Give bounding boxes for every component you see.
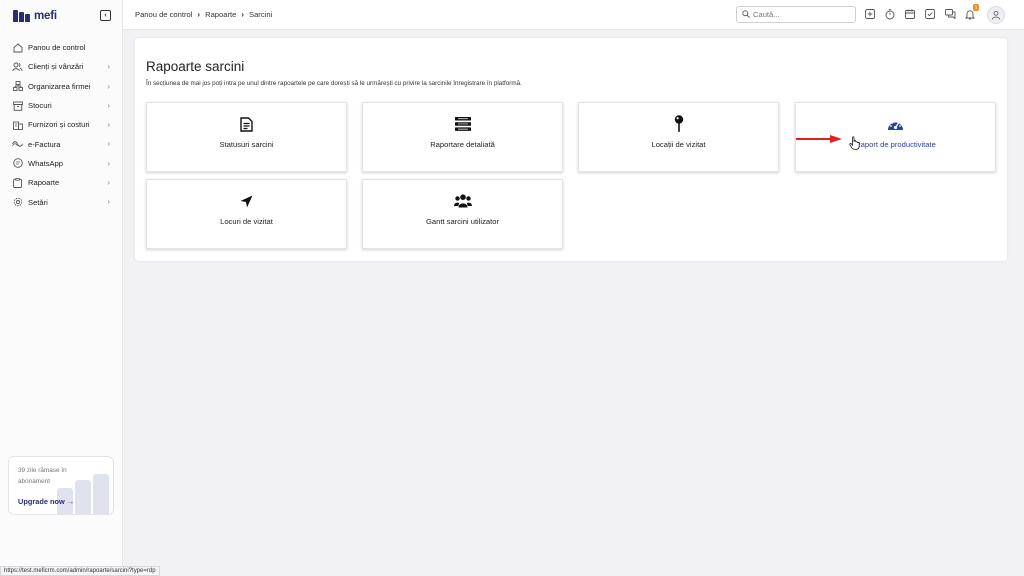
chevron-right-icon: › <box>241 10 245 19</box>
collapse-sidebar-icon[interactable]: ‹ <box>100 10 111 21</box>
brand[interactable]: mefi <box>13 9 57 23</box>
search-box[interactable] <box>736 6 856 23</box>
upgrade-now-link[interactable]: Upgrade now → <box>18 497 74 506</box>
tile-label: Raportare detaliată <box>430 140 495 149</box>
tile-label: Gantt sarcini utilizator <box>425 217 499 226</box>
messages-icon[interactable] <box>944 8 956 20</box>
sidebar-item-stocuri[interactable]: Stocuri › <box>0 96 123 115</box>
location-arrow-icon <box>240 193 253 209</box>
chevron-right-icon: › <box>107 139 110 149</box>
user-icon <box>991 10 1001 20</box>
efactura-icon <box>12 139 23 150</box>
gear-icon <box>12 197 23 208</box>
timer-icon[interactable] <box>884 8 896 20</box>
reports-card: Rapoarte sarcini În secțiunea de mai jos… <box>135 38 1007 261</box>
avatar[interactable] <box>987 6 1005 24</box>
tile-raportare-detaliata[interactable]: Raportare detaliată <box>362 102 563 172</box>
chevron-right-icon: › <box>107 158 110 168</box>
tile-gantt-sarcini-utilizator[interactable]: Gantt sarcini utilizator <box>362 179 563 249</box>
breadcrumb: Panou de control › Rapoarte › Sarcini <box>135 10 272 19</box>
brand-logo-icon <box>13 10 30 22</box>
sidebar-item-label: Clienți și vânzări <box>28 62 84 72</box>
trial-card: 39 zile rămase în abonament Upgrade now … <box>8 456 114 515</box>
tile-statusuri-sarcini[interactable]: Statusuri sarcini <box>146 102 347 172</box>
sidebar-item-label: WhatsApp <box>28 158 64 168</box>
sidebar-item-rapoarte[interactable]: Rapoarte › <box>0 173 123 192</box>
breadcrumb-item-rapoarte[interactable]: Rapoarte <box>205 10 236 19</box>
sidebar-item-furnizori[interactable]: Furnizori și costuri › <box>0 115 123 134</box>
list-icon <box>454 116 471 132</box>
document-icon <box>240 116 253 132</box>
sidebar-item-efactura[interactable]: e-Factura › <box>0 134 123 153</box>
breadcrumb-item-sarcini: Sarcini <box>249 10 273 19</box>
upgrade-now-label: Upgrade now <box>18 497 65 506</box>
red-arrow-icon <box>796 135 842 143</box>
toolbar-icons: 1 <box>864 4 979 20</box>
chevron-right-icon: › <box>107 197 110 207</box>
tile-label: Statusuri sarcini <box>219 140 274 149</box>
chevron-right-icon: › <box>107 81 110 91</box>
bell-icon[interactable]: 1 <box>964 4 979 20</box>
chevron-right-icon: › <box>197 10 201 19</box>
tile-label: Locuri de vizitat <box>220 217 273 226</box>
sidebar-item-setari[interactable]: Setări › <box>0 192 123 211</box>
task-check-icon[interactable] <box>924 8 936 20</box>
arrow-right-icon: → <box>66 497 75 506</box>
sidebar-item-label: Furnizori și costuri <box>28 120 90 130</box>
status-bar-url: https://test.meficrm.com/admin/rapoarte/… <box>0 566 160 576</box>
home-icon <box>12 42 23 53</box>
search-icon <box>742 9 750 20</box>
box-icon <box>12 100 23 111</box>
tile-locatii-de-vizitat[interactable]: Locații de vizitat <box>578 102 779 172</box>
brand-name: mefi <box>34 10 57 22</box>
sidebar-item-label: Panou de control <box>28 43 86 53</box>
notification-badge: 1 <box>973 4 979 11</box>
tile-label: Locații de vizitat <box>651 140 706 149</box>
sidebar-item-label: Organizarea firmei <box>28 81 91 91</box>
chevron-right-icon: › <box>107 62 110 72</box>
building-icon <box>12 119 23 130</box>
add-icon[interactable] <box>864 8 876 20</box>
sidebar-item-whatsapp[interactable]: WhatsApp › <box>0 154 123 173</box>
sidebar-item-label: Stocuri <box>28 101 52 111</box>
sidebar: mefi ‹ Panou de control Clienți și vânză… <box>0 0 123 576</box>
users-icon <box>12 61 23 72</box>
breadcrumb-item-panou[interactable]: Panou de control <box>135 10 192 19</box>
chevron-right-icon: › <box>107 100 110 110</box>
sidebar-item-clienti[interactable]: Clienți și vânzări › <box>0 57 123 76</box>
speedometer-icon <box>887 116 904 132</box>
sidebar-item-label: Setări <box>28 197 48 207</box>
pin-icon <box>674 115 684 132</box>
calendar-icon[interactable] <box>904 8 916 20</box>
sidebar-item-panou-de-control[interactable]: Panou de control <box>0 38 123 57</box>
org-icon <box>12 81 23 92</box>
sidebar-item-label: Rapoarte <box>28 178 60 188</box>
topbar: Panou de control › Rapoarte › Sarcini 1 <box>123 0 1024 30</box>
sidebar-item-organizarea-firmei[interactable]: Organizarea firmei › <box>0 77 123 96</box>
sidebar-nav: Panou de control Clienți și vânzări › Or… <box>0 38 123 212</box>
page-title: Rapoarte sarcini <box>146 59 245 74</box>
sidebar-item-label: e-Factura <box>28 139 61 149</box>
chevron-right-icon: › <box>107 120 110 130</box>
hand-cursor-icon <box>849 136 860 150</box>
chevron-right-icon: › <box>107 178 110 188</box>
tile-label: Raport de productivitate <box>855 140 936 149</box>
trial-days-remaining: 39 zile rămase în abonament <box>18 467 67 485</box>
search-input[interactable] <box>753 10 848 19</box>
page-description: În secțiunea de mai jos poți intra pe un… <box>146 80 522 87</box>
chat-icon <box>12 158 23 169</box>
clipboard-icon <box>12 177 23 188</box>
tile-locuri-de-vizitat[interactable]: Locuri de vizitat <box>146 179 347 249</box>
group-icon <box>453 193 472 209</box>
